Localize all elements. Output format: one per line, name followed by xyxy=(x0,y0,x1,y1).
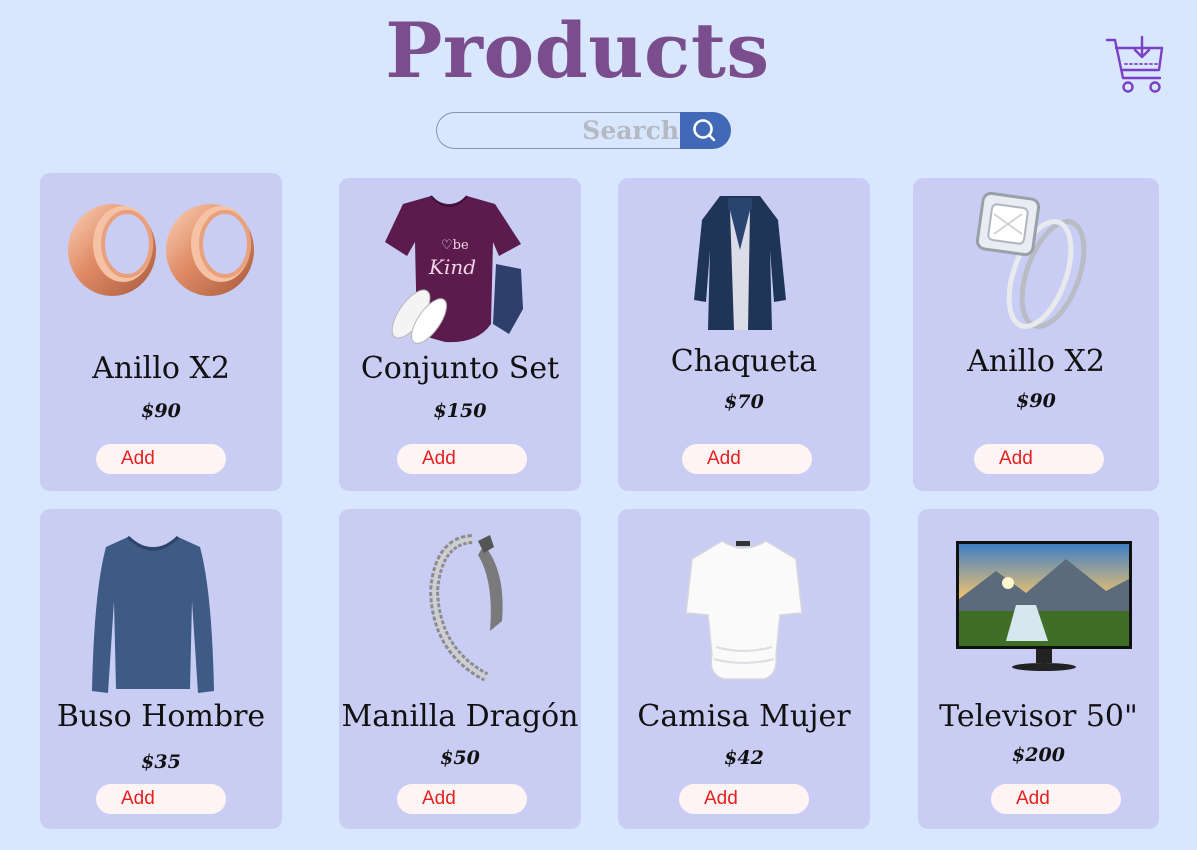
add-button[interactable]: Add xyxy=(974,444,1104,474)
page-title: Products xyxy=(385,6,770,95)
add-button[interactable]: Add xyxy=(679,784,809,814)
product-price: $42 xyxy=(724,747,764,769)
add-button[interactable]: Add xyxy=(682,444,812,474)
product-price: $50 xyxy=(440,747,480,769)
product-price: $200 xyxy=(1012,744,1065,766)
product-price: $35 xyxy=(141,751,181,773)
product-name: Televisor 50" xyxy=(939,699,1138,734)
magnifier-icon xyxy=(693,119,716,142)
cart-icon[interactable] xyxy=(1104,34,1170,98)
product-card: Manilla Dragón $50 Add xyxy=(339,509,581,829)
navy-coat-image xyxy=(694,196,786,330)
product-card: Anillo X2 $90 Add xyxy=(40,173,282,491)
add-button-label: Add xyxy=(704,788,738,809)
add-button[interactable]: Add xyxy=(991,784,1121,814)
svg-text:♡be: ♡be xyxy=(441,238,469,253)
add-button[interactable]: Add xyxy=(397,444,527,474)
add-button-label: Add xyxy=(999,448,1033,469)
product-card: Camisa Mujer $42 Add xyxy=(618,509,870,829)
product-name: Anillo X2 xyxy=(967,344,1105,379)
product-name: Conjunto Set xyxy=(360,351,560,386)
search-bar xyxy=(436,112,731,149)
add-button-label: Add xyxy=(121,788,155,809)
add-button[interactable]: Add xyxy=(96,784,226,814)
purple-tshirt-outfit-image: ♡be Kind xyxy=(385,195,523,344)
product-price: $90 xyxy=(1016,390,1056,412)
product-price: $90 xyxy=(141,400,181,422)
product-name: Anillo X2 xyxy=(92,351,230,386)
add-button-label: Add xyxy=(707,448,741,469)
product-price: $150 xyxy=(433,400,487,422)
dragon-bracelet-image xyxy=(428,534,503,682)
search-field[interactable] xyxy=(436,112,695,149)
add-button-label: Add xyxy=(1016,788,1050,809)
product-card: ♡be Kind Conjunto Set $150 Add xyxy=(339,178,581,491)
product-card: Anillo X2 $90 Add xyxy=(913,178,1159,491)
add-button-label: Add xyxy=(422,788,456,809)
search-button[interactable] xyxy=(680,112,731,149)
product-price: $70 xyxy=(724,391,764,413)
product-card: Chaqueta $70 Add xyxy=(618,178,870,491)
search-input[interactable] xyxy=(449,115,679,145)
product-name: Camisa Mujer xyxy=(637,699,851,734)
product-name: Manilla Dragón xyxy=(341,699,579,734)
tv-landscape-image xyxy=(956,541,1132,671)
blue-long-sleeve-shirt-image xyxy=(92,535,214,693)
diamond-ring-set-image xyxy=(975,191,1087,329)
add-button[interactable]: Add xyxy=(397,784,527,814)
product-name: Buso Hombre xyxy=(56,699,266,734)
rose-gold-ear-tunnels-image xyxy=(68,204,254,296)
product-name: Chaqueta xyxy=(670,344,818,379)
add-button-label: Add xyxy=(422,448,456,469)
white-womens-top-image xyxy=(685,540,803,680)
add-button-label: Add xyxy=(121,448,155,469)
product-card: Buso Hombre $35 Add xyxy=(40,509,282,829)
svg-text:Kind: Kind xyxy=(428,255,476,279)
add-button[interactable]: Add xyxy=(96,444,226,474)
product-card: Televisor 50" $200 Add xyxy=(918,509,1159,829)
